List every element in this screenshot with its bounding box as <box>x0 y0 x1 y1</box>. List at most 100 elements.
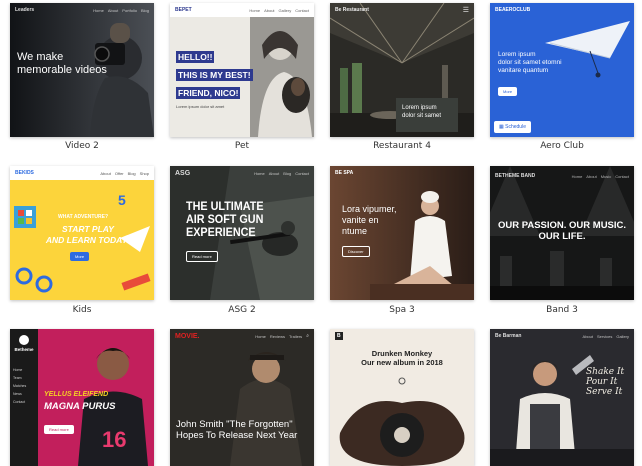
kids-nav-link: Blog <box>127 170 136 176</box>
aero-more-button[interactable]: More <box>498 87 518 96</box>
kids-number: 5 <box>118 192 126 208</box>
movie-headline-line: John Smith "The Forgotten" <box>176 419 293 430</box>
aero-headline-line: Lorem ipsum <box>498 51 536 58</box>
pet-photo <box>250 17 314 137</box>
barman-script-line: Serve It <box>586 387 623 397</box>
template-label[interactable]: Pet <box>162 141 322 151</box>
pet-headline-line: FRIEND, NICO! <box>176 87 241 99</box>
aero-logo: BEAEROCLUB <box>495 7 531 13</box>
football-sidebar: Betheme Home Team Matches News Contact <box>10 329 38 466</box>
asg-nav-link: Blog <box>283 170 292 176</box>
template-card-aero-club[interactable]: BEAEROCLUB Lorem ipsum dolor sit samet e… <box>490 3 634 137</box>
football-jersey-number: 16 <box>102 427 127 452</box>
kids-nav-link: About <box>100 170 111 176</box>
pet-nav-link: About <box>264 7 275 13</box>
football-headline-2: MAGNA PURUS <box>44 401 116 412</box>
football-logo: Betheme <box>14 347 34 352</box>
template-card-barman[interactable]: Be Barman About Services Gallery Shake I… <box>490 329 634 466</box>
template-card-video-2[interactable]: Leaders Home About Portfolio Blog We mak… <box>10 3 154 137</box>
aero-schedule-button[interactable]: ▦ Schedule <box>494 121 531 133</box>
restaurant-text-box: Lorem ipsum dolor sit samet <box>396 98 458 132</box>
template-card-football[interactable]: Betheme Home Team Matches News Contact 1… <box>10 329 154 466</box>
movie-logo: MOVIE. <box>175 332 200 340</box>
video-headline: We make memorable videos <box>17 51 107 76</box>
template-label[interactable]: ASG 2 <box>162 305 322 315</box>
pet-nav-link: Gallery <box>278 7 292 13</box>
template-card-spa-3[interactable]: BE SPA Lora vipumer, vanite en ntume Dis… <box>330 166 474 300</box>
band-vinyl-image <box>339 377 465 466</box>
template-card-band[interactable]: B Drunken Monkey Our new album in 2018 <box>330 329 474 466</box>
football-menu-item[interactable]: News <box>10 390 38 398</box>
kids-kicker: WHAT ADVENTURE? <box>58 214 108 220</box>
kids-headline-line: START PLAY <box>62 224 114 234</box>
template-label[interactable]: Video 2 <box>2 141 162 151</box>
spa-headline: Lora vipumer, vanite en ntume <box>342 204 422 237</box>
pet-headline-line: HELLO!! <box>176 51 215 63</box>
asg-headline: THE ULTIMATE AIR SOFT GUN EXPERIENCE <box>186 200 285 239</box>
football-read-more-button[interactable]: Read more <box>44 425 74 434</box>
search-icon[interactable]: ⌕ <box>306 333 309 339</box>
kids-nav-link: Offer <box>114 170 124 176</box>
asg-nav-link: Home <box>254 170 265 176</box>
template-card-asg-2[interactable]: ASG Home About Blog Contact THE ULTIMATE… <box>170 166 314 300</box>
template-label[interactable]: Kids <box>2 305 162 315</box>
spa-headline-line: vanite en <box>342 215 379 225</box>
pet-nav-link: Contact <box>295 7 309 13</box>
football-menu-item[interactable]: Matches <box>10 382 38 390</box>
video-nav-link: Blog <box>140 7 149 13</box>
template-label[interactable]: Band 3 <box>482 305 642 315</box>
band3-headline: OUR PASSION. OUR MUSIC. OUR LIFE. <box>490 220 634 242</box>
menu-icon[interactable]: ☰ <box>463 6 469 14</box>
template-card-pet[interactable]: BEPET Home About Gallery Contact HELLO!!… <box>170 3 314 137</box>
movie-nav-link: Trailers <box>289 333 303 339</box>
band3-nav-link: Contact <box>615 173 629 179</box>
barman-script-line: Shake It <box>586 367 625 377</box>
barman-script-text: Shake It Pour It Serve It <box>586 367 624 397</box>
kids-more-button[interactable]: More <box>70 252 90 261</box>
template-label[interactable]: Spa 3 <box>322 305 482 315</box>
band3-logo: BETHEME BAND <box>495 173 536 179</box>
kids-nav-link: Shop <box>139 170 149 176</box>
pet-subtext: Lorem ipsum dolor sit amet <box>176 104 225 109</box>
asg-read-more-button[interactable]: Read more <box>186 251 218 262</box>
movie-nav-link: Home <box>255 333 266 339</box>
restaurant-box-line: Lorem ipsum <box>402 105 437 111</box>
barman-nav-link: About <box>582 333 593 339</box>
band3-headline-line: OUR PASSION. OUR MUSIC. <box>497 220 627 231</box>
football-headline-1: YELLUS ELEIFEND <box>44 391 109 398</box>
spa-logo: BE SPA <box>335 170 354 176</box>
template-label[interactable]: Restaurant 4 <box>322 141 482 151</box>
football-menu-item[interactable]: Home <box>10 366 38 374</box>
movie-headline-line: Hopes To Release Next Year <box>176 430 298 441</box>
football-menu-item[interactable]: Contact <box>10 398 38 406</box>
asg-nav-link: Contact <box>295 170 309 176</box>
band3-nav-link: About <box>586 173 597 179</box>
kids-logo: BEKIDS <box>15 170 34 176</box>
spa-discover-button[interactable]: Discover <box>342 246 370 257</box>
aero-schedule-label: Schedule <box>505 124 526 130</box>
barman-nav-link: Services <box>596 333 613 339</box>
band-headline-line: Drunken Monkey <box>371 349 433 358</box>
template-label[interactable]: Aero Club <box>482 141 642 151</box>
barman-logo: Be Barman <box>495 333 522 339</box>
aero-headline: Lorem ipsum dolor sit samet etomni vanit… <box>498 51 598 75</box>
template-card-kids[interactable]: BEKIDS About Offer Blog Shop 5 WHAT ADVE… <box>10 166 154 300</box>
asg-nav-link: About <box>268 170 280 176</box>
pet-headline-box: HELLO!! THIS IS MY BEST! FRIEND, NICO! L… <box>176 47 258 109</box>
asg-logo: ASG <box>175 169 191 177</box>
template-card-band-3[interactable]: BETHEME BAND Home About Music Contact OU… <box>490 166 634 300</box>
video-logo: Leaders <box>15 7 35 13</box>
kids-headline: START PLAY AND LEARN TODAY! <box>38 224 138 246</box>
asg-headline-line: EXPERIENCE <box>186 225 256 239</box>
aero-headline-line: dolor sit samet etomni <box>498 59 562 66</box>
band3-headline-line: OUR LIFE. <box>538 231 586 242</box>
pet-nav-link: Home <box>249 7 261 13</box>
pet-logo: BEPET <box>175 7 192 13</box>
movie-hero-image <box>170 329 314 466</box>
template-card-movie[interactable]: MOVIE. Home Reviews Trailers ⌕ John Smit… <box>170 329 314 466</box>
spa-headline-line: ntume <box>342 226 368 236</box>
movie-nav-link: Reviews <box>269 333 285 339</box>
barman-script-line: Pour It <box>586 377 618 387</box>
football-menu-item[interactable]: Team <box>10 374 38 382</box>
template-card-restaurant-4[interactable]: Be Restaurant ☰ Lorem ipsum dolor sit sa… <box>330 3 474 137</box>
